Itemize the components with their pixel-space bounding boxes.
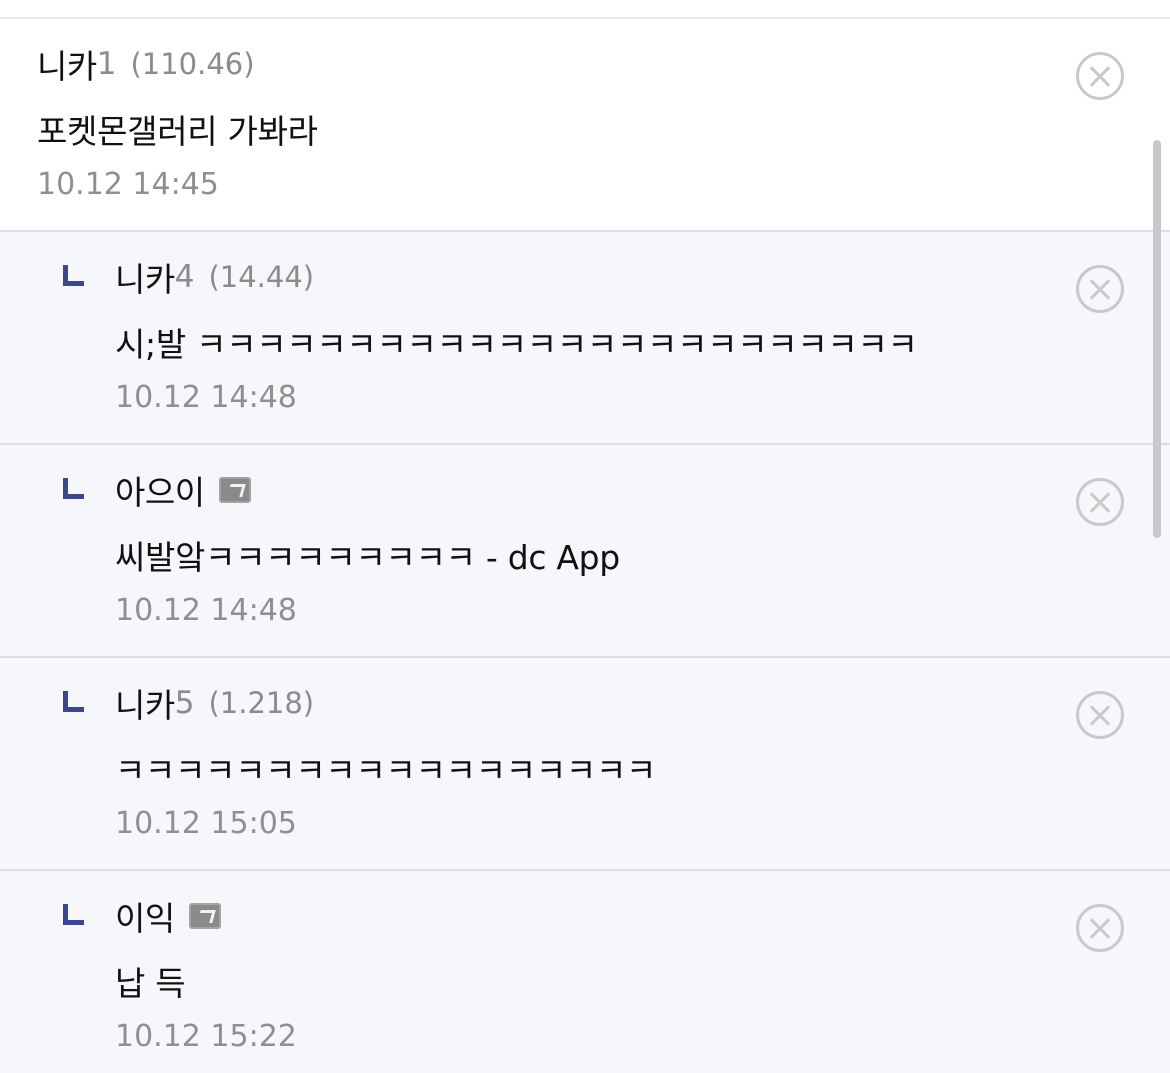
reply-item: 이익 납 득 10.12 15:22 xyxy=(0,869,1170,1073)
fixed-nick-icon xyxy=(218,477,251,503)
close-circle-icon[interactable] xyxy=(1076,52,1124,100)
comment-date: 10.12 14:45 xyxy=(37,167,219,202)
nickname-suffix: 1 xyxy=(96,46,117,82)
close-circle-icon[interactable] xyxy=(1076,478,1124,526)
nickname-suffix: 4 xyxy=(174,259,195,295)
comment-author[interactable]: 니카 4 (14.44) xyxy=(115,254,314,300)
scrollbar[interactable] xyxy=(1153,140,1161,538)
comment-date: 10.12 14:48 xyxy=(115,380,297,415)
comment-text: ㅋㅋㅋㅋㅋㅋㅋㅋㅋㅋㅋㅋㅋㅋㅋㅋㅋㅋ xyxy=(115,751,657,790)
ip-address: (14.44) xyxy=(208,260,315,294)
nickname[interactable]: 니카 xyxy=(37,40,97,88)
nickname[interactable]: 니카 xyxy=(115,679,175,727)
reply-arrow-icon xyxy=(63,691,84,712)
close-circle-icon[interactable] xyxy=(1076,691,1124,739)
nickname-suffix: 5 xyxy=(174,685,195,721)
reply-arrow-icon xyxy=(63,904,84,925)
reply-item: 아으이 씨발앜ㅋㅋㅋㅋㅋㅋㅋㅋㅋ - dc App 10.12 14:48 xyxy=(0,443,1170,656)
comment-author[interactable]: 니카 5 (1.218) xyxy=(115,680,314,726)
comment-author[interactable]: 니카 1 (110.46) xyxy=(37,41,255,87)
ip-address: (110.46) xyxy=(130,47,255,81)
reply-arrow-icon xyxy=(63,265,84,286)
nickname[interactable]: 이익 xyxy=(115,892,175,940)
nickname[interactable]: 니카 xyxy=(115,253,175,301)
comment-date: 10.12 14:48 xyxy=(115,593,297,628)
reply-item: 니카 5 (1.218) ㅋㅋㅋㅋㅋㅋㅋㅋㅋㅋㅋㅋㅋㅋㅋㅋㅋㅋ 10.12 15… xyxy=(0,656,1170,869)
comment-author[interactable]: 아으이 xyxy=(115,467,251,513)
reply-item: 니카 4 (14.44) 시;발 ㅋㅋㅋㅋㅋㅋㅋㅋㅋㅋㅋㅋㅋㅋㅋㅋㅋㅋㅋㅋㅋㅋㅋ… xyxy=(0,230,1170,443)
comment-date: 10.12 15:22 xyxy=(115,1019,297,1054)
comment-text: 납 득 xyxy=(115,964,186,1003)
reply-arrow-icon xyxy=(63,478,84,499)
ip-address: (1.218) xyxy=(208,686,315,720)
comment-text: 시;발 ㅋㅋㅋㅋㅋㅋㅋㅋㅋㅋㅋㅋㅋㅋㅋㅋㅋㅋㅋㅋㅋㅋㅋㅋ xyxy=(115,325,918,364)
fixed-nick-icon xyxy=(188,903,221,929)
close-circle-icon[interactable] xyxy=(1076,904,1124,952)
comment-date: 10.12 15:05 xyxy=(115,806,297,841)
comment-item: 니카 1 (110.46) 포켓몬갤러리 가봐라 10.12 14:45 xyxy=(0,19,1170,230)
comment-text: 포켓몬갤러리 가봐라 xyxy=(37,112,318,151)
close-circle-icon[interactable] xyxy=(1076,265,1124,313)
comment-text: 씨발앜ㅋㅋㅋㅋㅋㅋㅋㅋㅋ - dc App xyxy=(115,538,620,577)
nickname[interactable]: 아으이 xyxy=(115,466,205,514)
comment-author[interactable]: 이익 xyxy=(115,893,221,939)
